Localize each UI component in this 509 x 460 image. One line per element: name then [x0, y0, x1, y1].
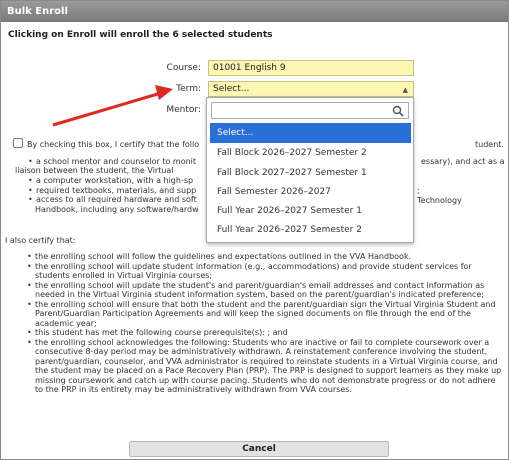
list-item-continuation: Handbook, including any software/hardw [35, 205, 199, 214]
term-option[interactable]: Full Year 2026–2027 Semester 2 [210, 220, 411, 240]
list-item: the enrolling school will update student… [25, 262, 503, 281]
list-item: this student has met the following cours… [25, 328, 503, 338]
list-item-right: essary), and act as a [421, 157, 505, 166]
term-search-input[interactable] [211, 102, 409, 119]
list-item-right: ; [417, 186, 420, 195]
also-certify-list: the enrolling school will follow the gui… [25, 252, 503, 395]
list-item-right: Technology [417, 196, 462, 205]
list-item: the enrolling school will ensure that bo… [25, 300, 503, 329]
list-item: required textbooks, materials, and supp [26, 186, 206, 196]
list-item-continuation: liaison between the student, the Virtual [15, 166, 174, 175]
term-option[interactable]: Fall Block 2027–2027 Semester 1 [210, 163, 411, 183]
bulk-enroll-dialog: Bulk Enroll Clicking on Enroll will enro… [0, 0, 509, 460]
list-item: access to all required hardware and soft [26, 195, 206, 205]
cancel-button[interactable]: Cancel [129, 441, 389, 457]
term-dropdown: Select... Fall Block 2026–2027 Semester … [206, 97, 414, 243]
term-option[interactable]: Full Year 2026–2027 Semester 1 [210, 201, 411, 221]
list-item: the enrolling school will follow the gui… [25, 252, 503, 262]
list-item: the enrolling school acknowledges the fo… [25, 338, 503, 395]
certify-checkbox-label-tail: tudent. [475, 140, 504, 149]
term-option[interactable]: Fall Semester 2026–2027 [210, 182, 411, 202]
term-option[interactable]: Fall Block 2026–2027 Semester 2 [210, 143, 411, 163]
certify-checkbox[interactable] [13, 138, 23, 148]
certify-checkbox-label: By checking this box, I certify that the… [27, 140, 200, 149]
term-option-select[interactable]: Select... [210, 123, 411, 143]
certify-list-left-2: a computer workstation, with a high-sp r… [26, 176, 206, 205]
list-item: a computer workstation, with a high-sp [26, 176, 206, 186]
list-item: the enrolling school will update the stu… [25, 281, 503, 300]
search-icon [392, 105, 404, 117]
also-certify-heading: I also certify that: [5, 236, 76, 245]
